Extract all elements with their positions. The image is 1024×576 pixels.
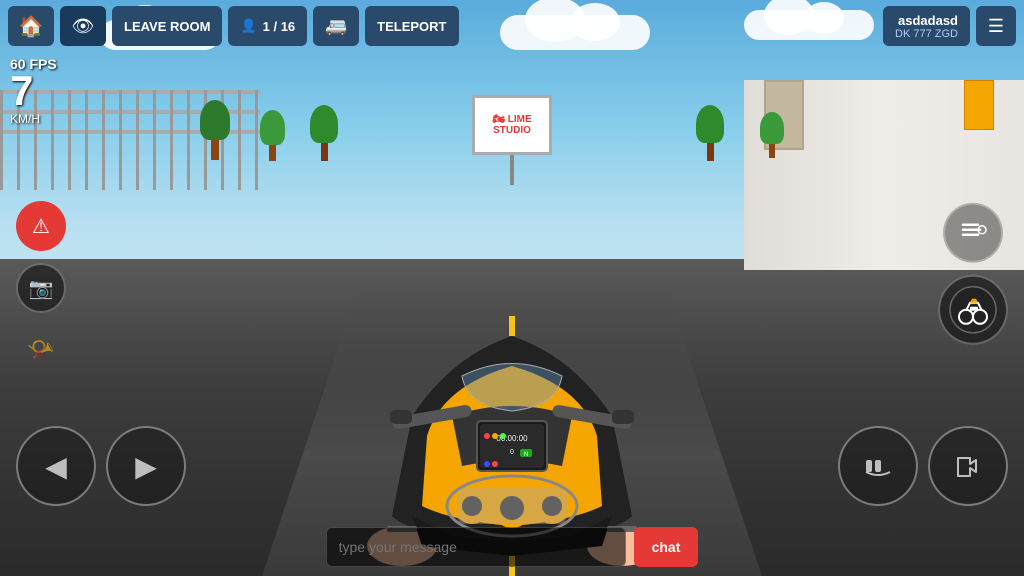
- horn-icon: 📯: [27, 337, 54, 363]
- vehicle-icon-button[interactable]: 🚐: [313, 6, 359, 46]
- chat-button[interactable]: chat: [634, 527, 699, 567]
- brake-button[interactable]: [838, 426, 918, 506]
- alert-icon: ⚠: [32, 214, 50, 239]
- svg-text:0: 0: [510, 449, 514, 456]
- svg-text:N: N: [524, 452, 528, 458]
- cloud-3: [744, 10, 874, 40]
- steer-left-button[interactable]: ◀: [16, 426, 96, 506]
- tree-2: [260, 110, 285, 161]
- tree-5: [760, 112, 784, 158]
- steer-left-icon: ◀: [45, 450, 67, 483]
- headlight-icon: [958, 215, 988, 251]
- steer-right-button[interactable]: ▶: [106, 426, 186, 506]
- players-button[interactable]: 👤 1 / 16: [228, 6, 307, 46]
- chat-bar: chat: [0, 518, 1024, 576]
- gas-button[interactable]: [928, 426, 1008, 506]
- menu-button[interactable]: ☰: [976, 6, 1016, 46]
- chat-input[interactable]: [326, 527, 626, 567]
- tree-4: [696, 105, 724, 161]
- players-count: 1 / 16: [263, 19, 296, 34]
- horn-button[interactable]: 📯: [16, 325, 66, 375]
- home-button[interactable]: 🏠: [8, 6, 54, 46]
- camera-button[interactable]: 📷: [16, 263, 66, 313]
- billboard: 🏍 LIMESTUDIO: [472, 95, 552, 185]
- gas-icon: [948, 446, 988, 486]
- alert-button[interactable]: ⚠: [16, 201, 66, 251]
- camera-icon: 📷: [29, 276, 54, 301]
- left-controls: ⚠ 📷 📯: [16, 201, 66, 375]
- headlight-button[interactable]: [943, 203, 1003, 263]
- eye-button[interactable]: 👁: [60, 6, 106, 46]
- leave-room-button[interactable]: LEAVE ROOM: [112, 6, 222, 46]
- tree-1: [200, 100, 230, 160]
- players-icon: 👤: [240, 18, 256, 34]
- brake-icon: [858, 446, 898, 486]
- teleport-label: TELEPORT: [377, 19, 446, 34]
- motorcycle-select-button[interactable]: [938, 275, 1008, 345]
- motorcycle-select-icon: [948, 285, 998, 335]
- tree-3: [310, 105, 338, 161]
- cloud-2: [500, 15, 650, 50]
- steer-right-icon: ▶: [135, 450, 157, 483]
- teleport-button[interactable]: TELEPORT: [365, 6, 458, 46]
